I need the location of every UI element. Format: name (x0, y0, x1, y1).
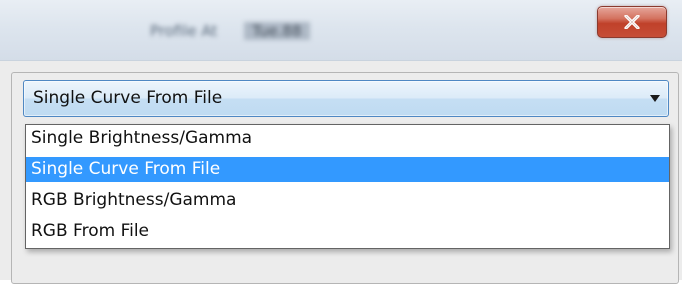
close-icon (623, 15, 641, 29)
dropdown-option-single-curve-from-file[interactable]: Single Curve From File (26, 157, 669, 182)
close-button[interactable] (597, 6, 667, 38)
curve-mode-combobox[interactable]: Single Curve From File (23, 80, 669, 117)
title-bar[interactable]: Profile At Tue.88 (0, 0, 682, 60)
dropdown-option-rgb-from-file[interactable]: RGB From File (26, 219, 669, 244)
dropdown-option-rgb-brightness-gamma[interactable]: RGB Brightness/Gamma (26, 188, 669, 213)
chevron-down-icon[interactable] (650, 95, 660, 102)
window-title-part-2: Tue.88 (244, 22, 310, 40)
dialog-window: Profile At Tue.88 Single Curve From File… (0, 0, 682, 284)
dropdown-option-single-brightness-gamma[interactable]: Single Brightness/Gamma (26, 126, 669, 151)
combobox-selected-value: Single Curve From File (33, 88, 223, 108)
window-title: Profile At Tue.88 (150, 22, 310, 42)
window-title-part-1: Profile At (150, 22, 218, 40)
dropdown-list: Single Brightness/Gamma Single Curve Fro… (25, 124, 670, 249)
